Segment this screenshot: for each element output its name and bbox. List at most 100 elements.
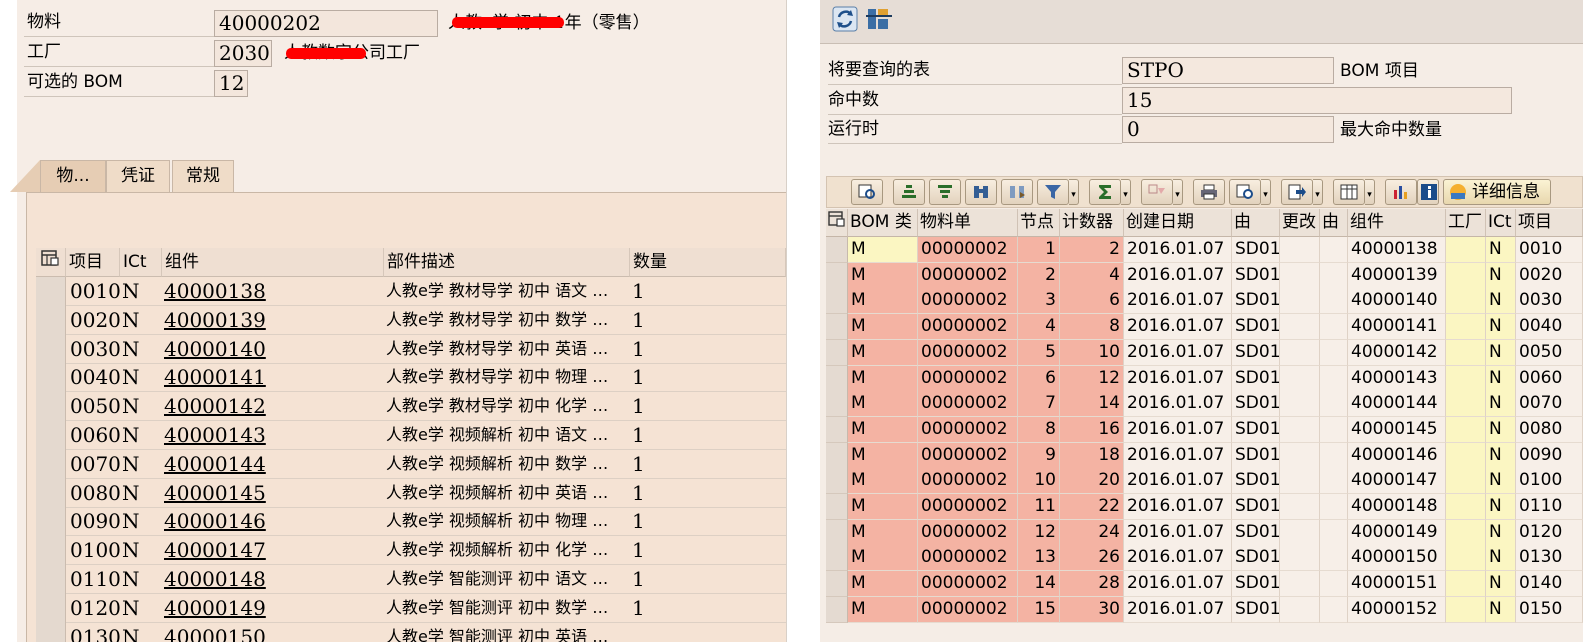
export-icon[interactable] [1281,179,1313,205]
material-field[interactable]: 40000202 [214,10,438,37]
export-dropdown-icon[interactable]: ▾ [1313,179,1323,205]
print-icon[interactable] [1193,179,1225,205]
sort-descending-icon[interactable] [929,179,961,205]
sum-icon[interactable] [1089,179,1121,205]
find-icon[interactable] [965,179,997,205]
find-next-icon[interactable] [1001,179,1033,205]
row-selector[interactable] [826,571,848,598]
col-header-component[interactable]: 组件 [162,248,384,277]
table-row[interactable]: M 00000002 3 6 2016.01.07 SD01 40000140 N 0030 [826,288,1583,315]
views-icon[interactable] [1229,179,1261,205]
details-icon[interactable] [851,179,883,205]
table-row[interactable]: 0050 N 40000142 人教e学 教材导学 初中 化学 … 1 [36,392,786,422]
table-row[interactable]: M 00000002 10 20 2016.01.07 SD01 40000147 N 0100 [826,468,1583,495]
table-row[interactable]: 0040 N 40000141 人教e学 教材导学 初中 物理 … 1 [36,363,786,393]
col-header-node[interactable]: 节点 [1018,209,1060,237]
tab-general[interactable]: 常规 [172,160,234,192]
row-selector[interactable] [36,392,66,422]
col-header-description[interactable]: 部件描述 [384,248,630,277]
row-selector[interactable] [36,421,66,450]
table-row[interactable]: M 00000002 14 28 2016.01.07 SD01 40000151 N 0140 [826,571,1583,598]
table-row[interactable]: M 00000002 5 10 2016.01.07 SD01 40000142 N 0050 [826,339,1583,366]
row-selector[interactable] [36,449,66,479]
table-row[interactable]: 0130 N 40000150 人教e学 智能测评 初中 英语 … [36,622,786,642]
row-selector[interactable] [36,305,66,335]
row-selector[interactable] [36,507,66,537]
tab-document[interactable]: 凭证 [106,160,170,192]
layout-icon[interactable] [1333,179,1365,205]
row-selector[interactable] [826,391,848,418]
subtotal-dropdown-icon[interactable]: ▾ [1173,179,1183,205]
sort-ascending-icon[interactable] [893,179,925,205]
detail-info-button[interactable]: 详细信息 [1443,179,1551,205]
table-row[interactable]: 0090 N 40000146 人教e学 视频解析 初中 物理 … 1 [36,507,786,537]
table-row[interactable]: M 00000002 4 8 2016.01.07 SD01 40000141 N 0040 [826,314,1583,341]
row-selector[interactable] [36,277,66,306]
col-header-plant[interactable]: 工厂 [1446,209,1486,237]
tool-settings-icon[interactable] [864,4,894,34]
sum-dropdown-icon[interactable]: ▾ [1121,179,1131,205]
component-link[interactable]: 40000147 [164,536,382,565]
row-selector[interactable] [826,468,848,495]
row-selector[interactable] [36,622,66,642]
filter-dropdown-icon[interactable]: ▾ [1069,179,1079,205]
row-selector[interactable] [826,262,848,289]
layout-dropdown-icon[interactable]: ▾ [1365,179,1375,205]
row-selector[interactable] [36,334,66,364]
component-link[interactable]: 40000142 [164,392,382,421]
table-row[interactable]: 0060 N 40000143 人教e学 视频解析 初中 语文 … 1 [36,421,786,450]
row-selector[interactable] [826,545,848,572]
table-row[interactable]: M 00000002 7 14 2016.01.07 SD01 40000144 N 0070 [826,391,1583,418]
views-dropdown-icon[interactable]: ▾ [1261,179,1271,205]
row-selector[interactable] [36,478,66,508]
row-selector[interactable] [826,365,848,392]
row-selector[interactable] [826,596,848,623]
table-row[interactable]: M 00000002 6 12 2016.01.07 SD01 40000143 N 0060 [826,365,1583,392]
graphic-icon[interactable] [1385,179,1417,205]
table-row[interactable]: 0080 N 40000145 人教e学 视频解析 初中 英语 … 1 [36,478,786,508]
row-selector[interactable] [826,519,848,546]
table-row[interactable]: 0030 N 40000140 人教e学 教材导学 初中 英语 … 1 [36,334,786,364]
row-selector[interactable] [36,593,66,623]
component-link[interactable]: 40000149 [164,594,382,623]
table-row[interactable]: 0010 N 40000138 人教e学 教材导学 初中 语文 … 1 [36,277,786,306]
col-header-bom[interactable]: 物料单 [918,209,1018,237]
table-row[interactable]: M 00000002 13 26 2016.01.07 SD01 40000150 N 0130 [826,545,1583,572]
plant-field[interactable]: 2030 [214,40,272,67]
table-settings-icon[interactable] [36,248,66,277]
table-row[interactable]: M 00000002 8 16 2016.01.07 SD01 40000145 N 0080 [826,416,1583,443]
component-link[interactable]: 40000145 [164,479,382,508]
table-row[interactable]: M 00000002 12 24 2016.01.07 SD01 40000149 N 0120 [826,519,1583,546]
info-icon[interactable] [1417,179,1439,205]
col-header-quantity[interactable]: 数量 [630,248,786,277]
component-link[interactable]: 40000146 [164,507,382,536]
query-table-field[interactable]: STPO [1122,57,1334,84]
row-selector[interactable] [36,565,66,594]
table-settings-icon[interactable] [826,209,848,237]
row-selector[interactable] [826,494,848,520]
component-link[interactable]: 40000141 [164,363,382,392]
component-link[interactable]: 40000139 [164,306,382,335]
row-selector[interactable] [826,339,848,366]
table-row[interactable]: M 00000002 15 30 2016.01.07 SD01 40000152 N 0150 [826,596,1583,623]
col-header-created-on[interactable]: 创建日期 [1124,209,1232,237]
component-link[interactable]: 40000144 [164,450,382,479]
table-row[interactable]: 0120 N 40000149 人教e学 智能测评 初中 数学 … 1 [36,593,786,623]
row-selector[interactable] [826,442,848,469]
col-header-bom-type[interactable]: BOM 类 [848,209,918,237]
row-selector[interactable] [826,237,848,263]
row-selector[interactable] [36,536,66,566]
alt-bom-field[interactable]: 12 [214,70,248,97]
col-header-component[interactable]: 组件 [1348,209,1446,237]
table-row[interactable]: M 00000002 9 18 2016.01.07 SD01 40000146 N 0090 [826,442,1583,469]
table-row[interactable]: 0110 N 40000148 人教e学 智能测评 初中 语文 … 1 [36,565,786,594]
table-row[interactable]: 0100 N 40000147 人教e学 视频解析 初中 化学 … 1 [36,536,786,566]
table-row[interactable]: M 00000002 11 22 2016.01.07 SD01 40000148 N 0110 [826,494,1583,520]
row-selector[interactable] [826,416,848,443]
col-header-changed-on[interactable]: 更改 [1280,209,1320,237]
col-header-counter[interactable]: 计数器 [1060,209,1124,237]
row-selector[interactable] [826,288,848,315]
col-header-created-by[interactable]: 由 [1232,209,1280,237]
refresh-icon[interactable] [830,4,860,34]
col-header-ict[interactable]: ICt [1486,209,1516,237]
